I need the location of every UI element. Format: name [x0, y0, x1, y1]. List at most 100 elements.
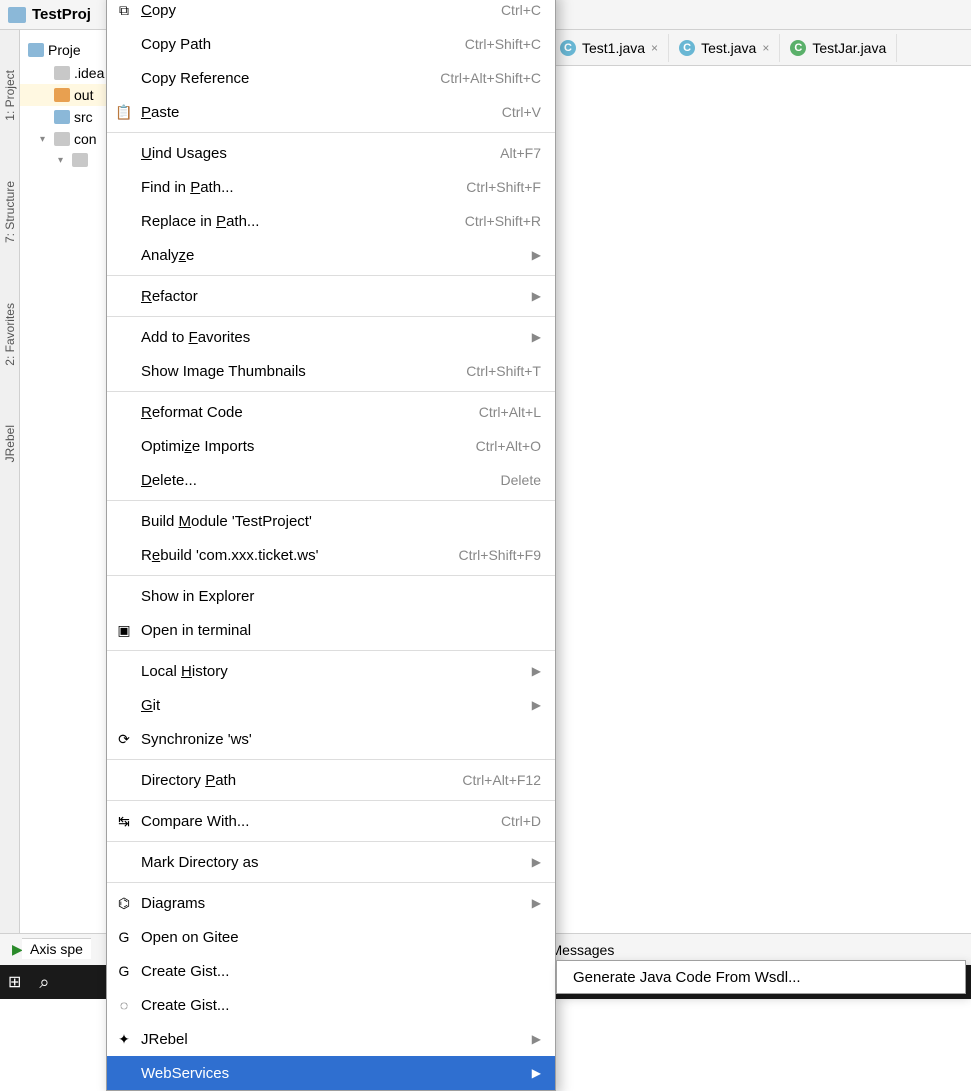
tree-item[interactable]: ▾con [20, 128, 109, 150]
chevron-right-icon: ▶ [532, 855, 541, 869]
menu-item-label: Open on Gitee [141, 929, 541, 946]
windows-start-icon[interactable]: ⊞ [8, 972, 21, 992]
shortcut-label: Ctrl+Alt+F12 [462, 772, 541, 788]
copy-icon: ⧉ [115, 2, 133, 19]
menu-item[interactable]: ◌Create Gist... [107, 988, 555, 1022]
folder-icon [72, 153, 88, 167]
gitee-icon: G [115, 963, 133, 979]
menu-item-label: Optimize Imports [141, 438, 476, 455]
tab-label: Test1.java [582, 40, 645, 56]
menu-item-label: Show Image Thumbnails [141, 363, 466, 380]
shortcut-label: Ctrl+Shift+T [466, 363, 541, 379]
chevron-right-icon: ▶ [532, 1032, 541, 1046]
shortcut-label: Ctrl+C [501, 2, 541, 18]
menu-item[interactable]: Directory PathCtrl+Alt+F12 [107, 763, 555, 797]
shortcut-label: Ctrl+Shift+F [466, 179, 541, 195]
tab-test1[interactable]: C Test1.java × [550, 34, 669, 62]
menu-item[interactable]: Replace in Path...Ctrl+Shift+R [107, 204, 555, 238]
menu-item[interactable]: Show Image ThumbnailsCtrl+Shift+T [107, 354, 555, 388]
menu-item-label: Compare With... [141, 813, 501, 830]
tree-item-label: src [74, 109, 93, 125]
menu-item[interactable]: Show in Explorer [107, 579, 555, 613]
side-tab-project[interactable]: 1: Project [3, 70, 17, 121]
menu-item[interactable]: Delete...Delete [107, 463, 555, 497]
shortcut-label: Ctrl+V [502, 104, 541, 120]
menu-item-label: WebServices [141, 1065, 524, 1082]
chevron-right-icon: ▶ [532, 248, 541, 262]
tree-item[interactable]: src [20, 106, 109, 128]
menu-item-label: Analyze [141, 247, 524, 264]
axis-label: Axis spe [22, 938, 91, 959]
menu-item[interactable]: Refactor ▶ [107, 279, 555, 313]
shortcut-label: Ctrl+Shift+F9 [459, 547, 541, 563]
close-icon[interactable]: × [651, 41, 658, 55]
close-icon[interactable]: × [762, 41, 769, 55]
menu-item[interactable]: ▣Open in terminal [107, 613, 555, 647]
project-panel-title: Proje [48, 42, 81, 58]
menu-item[interactable]: WebServices ▶ [107, 1056, 555, 1090]
project-tree[interactable]: Proje .ideaout src ▾con▾ [20, 30, 110, 965]
side-tab-structure[interactable]: 7: Structure [3, 181, 17, 243]
menu-item[interactable]: GCreate Gist... [107, 954, 555, 988]
menu-item-label: Diagrams [141, 895, 524, 912]
search-icon[interactable]: ⌕ [39, 972, 49, 993]
side-tab-jrebel[interactable]: JRebel [3, 425, 17, 462]
class-icon: C [560, 40, 576, 56]
tab-test[interactable]: CTest.java× [669, 34, 780, 62]
left-tool-strip: 1: Project 7: Structure 2: Favorites JRe… [0, 30, 20, 965]
class-icon: C [679, 40, 695, 56]
chevron-right-icon: ▶ [532, 1066, 541, 1080]
menu-item[interactable]: Find in Path...Ctrl+Shift+F [107, 170, 555, 204]
side-tab-favorites[interactable]: 2: Favorites [3, 303, 17, 366]
tree-item-label: con [74, 131, 97, 147]
menu-item[interactable]: Analyze ▶ [107, 238, 555, 272]
menu-item[interactable]: G Open on Gitee [107, 920, 555, 954]
menu-item-label: Refactor [141, 288, 524, 305]
tree-item[interactable]: ▾ [20, 150, 109, 170]
chevron-right-icon: ▶ [532, 289, 541, 303]
menu-item[interactable]: Copy ReferenceCtrl+Alt+Shift+C [107, 61, 555, 95]
menu-item[interactable]: Mark Directory as ▶ [107, 845, 555, 879]
github-icon: ◌ [115, 997, 133, 1013]
menu-item[interactable]: Optimize ImportsCtrl+Alt+O [107, 429, 555, 463]
menu-item-label: Mark Directory as [141, 854, 524, 871]
chevron-right-icon: ▶ [532, 698, 541, 712]
menu-item[interactable]: Build Module 'TestProject' [107, 504, 555, 538]
folder-icon [54, 66, 70, 80]
webservices-submenu[interactable]: Generate Java Code From Wsdl... [556, 960, 966, 994]
chevron-right-icon: ▶ [532, 896, 541, 910]
menu-item-label: Reformat Code [141, 404, 479, 421]
class-icon: C [790, 40, 806, 56]
menu-item[interactable]: Uind UsagesAlt+F7 [107, 136, 555, 170]
compare-icon: ↹ [115, 813, 133, 830]
menu-item[interactable]: Git▶ [107, 688, 555, 722]
chevron-right-icon: ▶ [532, 664, 541, 678]
tree-item[interactable]: out [20, 84, 109, 106]
menu-item-label: Copy Reference [141, 70, 440, 87]
project-panel-header[interactable]: Proje [20, 38, 109, 62]
menu-item[interactable]: Rebuild 'com.xxx.ticket.ws'Ctrl+Shift+F9 [107, 538, 555, 572]
menu-item[interactable]: ✦JRebel▶ [107, 1022, 555, 1056]
context-menu[interactable]: ⧉CopyCtrl+CCopy PathCtrl+Shift+CCopy Ref… [106, 0, 556, 1091]
tab-testjar[interactable]: C TestJar.java [780, 34, 897, 62]
menu-item-label: Uind Usages [141, 145, 500, 162]
menu-item-label: Paste [141, 104, 502, 121]
chevron-right-icon: ▶ [532, 330, 541, 344]
menu-item[interactable]: 📋PasteCtrl+V [107, 95, 555, 129]
menu-item[interactable]: ⧉CopyCtrl+C [107, 0, 555, 27]
shortcut-label: Ctrl+Alt+Shift+C [440, 70, 541, 86]
tab-label: TestJar.java [812, 40, 886, 56]
menu-item[interactable]: ⟳Synchronize 'ws' [107, 722, 555, 756]
menu-item[interactable]: Add to Favorites ▶ [107, 320, 555, 354]
submenu-item-generate-wsdl[interactable]: Generate Java Code From Wsdl... [573, 969, 801, 986]
menu-item[interactable]: Local History▶ [107, 654, 555, 688]
menu-item[interactable]: Reformat CodeCtrl+Alt+L [107, 395, 555, 429]
gitee-icon: G [115, 929, 133, 945]
jrebel-icon: ✦ [115, 1031, 133, 1048]
shortcut-label: Alt+F7 [500, 145, 541, 161]
menu-item-label: Add to Favorites [141, 329, 524, 346]
menu-item[interactable]: ⌬Diagrams▶ [107, 886, 555, 920]
menu-item[interactable]: Copy PathCtrl+Shift+C [107, 27, 555, 61]
tree-item[interactable]: .idea [20, 62, 109, 84]
menu-item[interactable]: ↹Compare With...Ctrl+D [107, 804, 555, 838]
